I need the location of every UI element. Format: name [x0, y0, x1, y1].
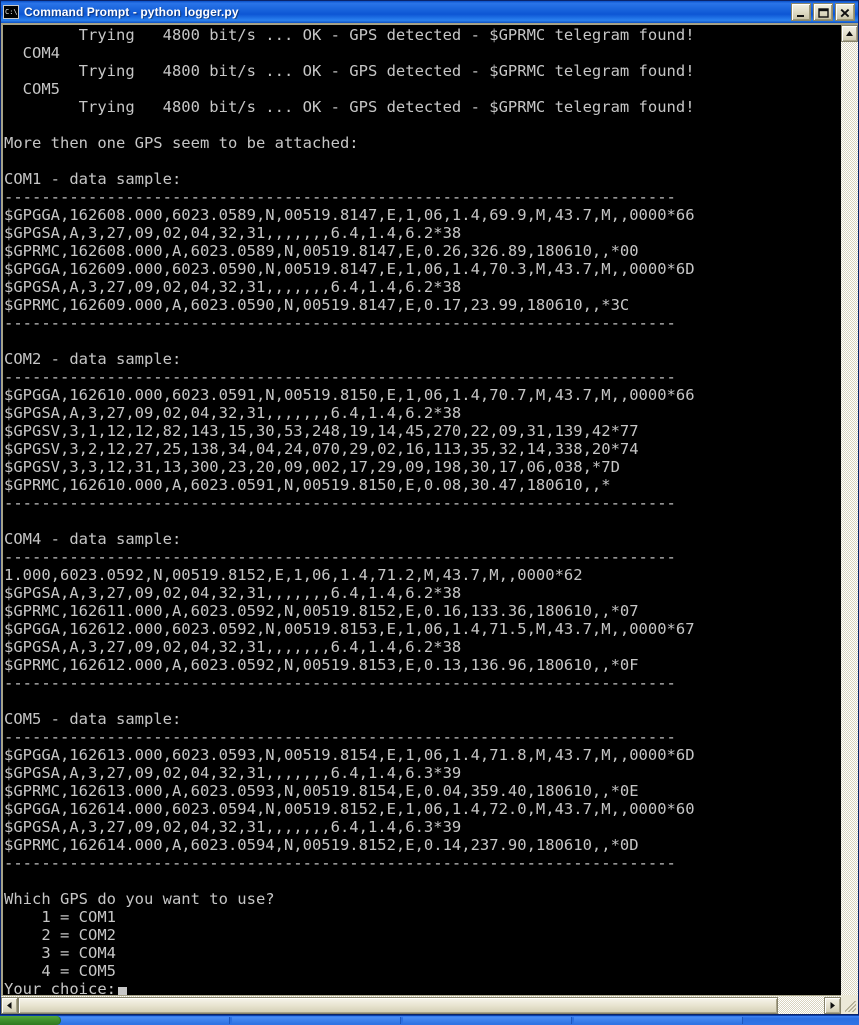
horizontal-scrollbar[interactable] — [1, 995, 841, 1014]
console-line: COM4 — [4, 44, 60, 62]
console-line: 3 = COM4 — [4, 944, 116, 962]
cmd-console-icon: C:\ — [3, 5, 19, 19]
console-line: Trying 4800 bit/s ... OK - GPS detected … — [4, 26, 695, 44]
scroll-up-button[interactable] — [841, 25, 858, 42]
console-line: $GPGGA,162608.000,6023.0589,N,00519.8147… — [4, 206, 695, 224]
maximize-button[interactable] — [813, 3, 833, 21]
console-line: $GPRMC,162611.000,A,6023.0592,N,00519.81… — [4, 602, 639, 620]
console-line: COM4 - data sample: — [4, 530, 182, 548]
console-line: $GPGGA,162609.000,6023.0590,N,00519.8147… — [4, 260, 695, 278]
taskbar-item[interactable] — [61, 1017, 230, 1024]
triangle-left-icon — [7, 1002, 12, 1009]
console-line: $GPGSV,3,2,12,27,25,138,34,04,24,070,29,… — [4, 440, 639, 458]
console-line: $GPGSA,A,3,27,09,02,04,32,31,,,,,,,6.4,1… — [4, 224, 462, 242]
console-line: 2 = COM2 — [4, 926, 116, 944]
console-line: $GPRMC,162610.000,A,6023.0591,N,00519.81… — [4, 476, 611, 494]
scroll-left-button[interactable] — [1, 997, 18, 1014]
console-line: COM5 — [4, 80, 60, 98]
windows-taskbar[interactable] — [0, 1015, 859, 1025]
console-line: COM1 - data sample: — [4, 170, 182, 188]
console-line: 1 = COM1 — [4, 908, 116, 926]
console-line: $GPGSA,A,3,27,09,02,04,32,31,,,,,,,6.4,1… — [4, 278, 462, 296]
console-prompt-line: Your choice: — [4, 980, 695, 995]
window-client-area: Trying 4800 bit/s ... OK - GPS detected … — [1, 23, 858, 1014]
console-line: More then one GPS seem to be attached: — [4, 134, 359, 152]
taskbar-item[interactable] — [403, 1017, 572, 1024]
console-line: $GPGSA,A,3,27,09,02,04,32,31,,,,,,,6.4,1… — [4, 764, 462, 782]
vertical-scrollbar[interactable] — [841, 23, 858, 995]
window-title: Command Prompt - python logger.py — [24, 5, 239, 19]
console-line: $GPGSV,3,3,12,31,13,300,23,20,09,002,17,… — [4, 458, 620, 476]
console-line: $GPGGA,162613.000,6023.0593,N,00519.8154… — [4, 746, 695, 764]
prompt-label: Your choice: — [4, 980, 116, 995]
console-line: $GPRMC,162614.000,A,6023.0594,N,00519.81… — [4, 836, 639, 854]
triangle-right-icon — [830, 1002, 835, 1009]
console-line: ----------------------------------------… — [4, 314, 676, 332]
horizontal-scroll-track[interactable] — [778, 996, 824, 1014]
close-icon — [840, 8, 850, 18]
scroll-right-button[interactable] — [824, 997, 841, 1014]
console-line: ----------------------------------------… — [4, 368, 676, 386]
console-line: Trying 4800 bit/s ... OK - GPS detected … — [4, 98, 695, 116]
console-text-buffer: Trying 4800 bit/s ... OK - GPS detected … — [3, 25, 695, 995]
console-viewport[interactable]: Trying 4800 bit/s ... OK - GPS detected … — [1, 23, 841, 995]
triangle-up-icon — [846, 31, 853, 36]
window-buttons — [791, 3, 855, 21]
console-line: ----------------------------------------… — [4, 548, 676, 566]
text-cursor — [117, 987, 127, 995]
console-line: Trying 4800 bit/s ... OK - GPS detected … — [4, 62, 695, 80]
console-line: ----------------------------------------… — [4, 188, 676, 206]
console-line: COM5 - data sample: — [4, 710, 182, 728]
console-line: $GPGGA,162612.000,6023.0592,N,00519.8153… — [4, 620, 695, 638]
console-line: ----------------------------------------… — [4, 674, 676, 692]
console-line: $GPGSA,A,3,27,09,02,04,32,31,,,,,,,6.4,1… — [4, 404, 462, 422]
console-line: $GPGSV,3,1,12,12,82,143,15,30,53,248,19,… — [4, 422, 639, 440]
taskbar-item[interactable] — [232, 1017, 401, 1024]
console-line: 1.000,6023.0592,N,00519.8152,E,1,06,1.4,… — [4, 566, 583, 584]
horizontal-scroll-thumb[interactable] — [18, 997, 778, 1014]
minimize-button[interactable] — [791, 3, 811, 21]
console-line: ----------------------------------------… — [4, 854, 676, 872]
console-line: $GPRMC,162612.000,A,6023.0592,N,00519.81… — [4, 656, 639, 674]
console-line: ----------------------------------------… — [4, 728, 676, 746]
console-line: $GPRMC,162609.000,A,6023.0590,N,00519.81… — [4, 296, 630, 314]
title-bar[interactable]: C:\ Command Prompt - python logger.py — [1, 1, 858, 23]
vertical-scroll-track[interactable] — [841, 42, 858, 995]
console-line: $GPRMC,162613.000,A,6023.0593,N,00519.81… — [4, 782, 639, 800]
console-line: 4 = COM5 — [4, 962, 116, 980]
console-line: $GPRMC,162608.000,A,6023.0589,N,00519.81… — [4, 242, 639, 260]
console-line: $GPGGA,162610.000,6023.0591,N,00519.8150… — [4, 386, 695, 404]
window-resize-grip[interactable] — [841, 995, 858, 1014]
console-line: $GPGSA,A,3,27,09,02,04,32,31,,,,,,,6.4,1… — [4, 638, 462, 656]
horizontal-scrollbar-row — [1, 995, 858, 1014]
start-button[interactable] — [0, 1016, 61, 1025]
console-line: $GPGSA,A,3,27,09,02,04,32,31,,,,,,,6.4,1… — [4, 584, 462, 602]
maximize-icon — [818, 8, 829, 18]
console-line: $GPGSA,A,3,27,09,02,04,32,31,,,,,,,6.4,1… — [4, 818, 462, 836]
console-line: Which GPS do you want to use? — [4, 890, 275, 908]
console-row: Trying 4800 bit/s ... OK - GPS detected … — [1, 23, 858, 995]
console-line: COM2 - data sample: — [4, 350, 182, 368]
console-line: ----------------------------------------… — [4, 494, 676, 512]
close-button[interactable] — [835, 3, 855, 21]
command-prompt-window[interactable]: C:\ Command Prompt - python logger.py Tr… — [0, 0, 859, 1015]
console-line: $GPGGA,162614.000,6023.0594,N,00519.8152… — [4, 800, 695, 818]
minimize-icon — [797, 15, 804, 17]
taskbar-item[interactable] — [574, 1017, 743, 1024]
